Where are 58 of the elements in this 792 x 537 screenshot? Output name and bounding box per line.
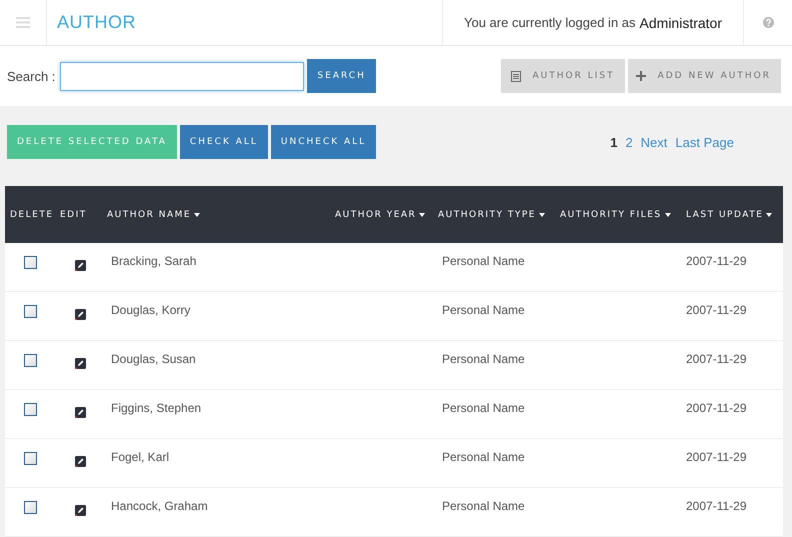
- last-update-cell-text: 2007-11-29: [685, 351, 748, 366]
- edit-icon[interactable]: [75, 505, 86, 516]
- sort-caret-icon: [419, 212, 426, 216]
- edit-icon[interactable]: [75, 309, 86, 320]
- authority-type-cell-text: Personal Name: [441, 498, 526, 513]
- row-checkbox[interactable]: [24, 354, 37, 367]
- author-name-cell-text: Douglas, Korry: [110, 302, 192, 317]
- row-checkbox[interactable]: [24, 256, 37, 269]
- author-name-cell-text: Fogel, Karl: [110, 449, 170, 464]
- login-text: You are currently logged in as: [464, 15, 636, 30]
- column-header: DELETE: [10, 210, 54, 220]
- authority-type-cell-text: Personal Name: [441, 253, 526, 268]
- last-update-cell-text: 2007-11-29: [685, 253, 748, 268]
- edit-icon[interactable]: [75, 456, 86, 467]
- column-header[interactable]: AUTHOR NAME: [107, 210, 200, 220]
- page-link[interactable]: Next: [640, 134, 668, 150]
- column-header[interactable]: AUTHORITY TYPE: [438, 210, 545, 220]
- row-checkbox[interactable]: [24, 403, 37, 416]
- row-checkbox[interactable]: [24, 501, 37, 514]
- authority-type-cell-text: Personal Name: [441, 400, 526, 415]
- column-header[interactable]: AUTHOR YEAR: [335, 210, 426, 220]
- author-name-cell-text: Douglas, Susan: [110, 351, 197, 366]
- column-header[interactable]: LAST UPDATE: [686, 210, 772, 220]
- list-icon: [510, 70, 520, 82]
- column-header: EDIT: [60, 210, 87, 220]
- last-update-cell-text: 2007-11-29: [685, 302, 748, 317]
- authority-type-cell-text: Personal Name: [441, 302, 526, 317]
- last-update-cell-text: 2007-11-29: [685, 400, 748, 415]
- page-link[interactable]: 2: [625, 134, 633, 150]
- author-name-cell-text: Hancock, Graham: [110, 498, 209, 513]
- page-title: AUTHOR: [56, 11, 137, 34]
- search-label: Search :: [7, 68, 56, 84]
- add-author-button[interactable]: ADD NEW AUTHOR: [628, 59, 781, 94]
- last-update-cell-text: 2007-11-29: [685, 498, 748, 513]
- row-checkbox[interactable]: [24, 305, 37, 318]
- column-header[interactable]: AUTHORITY FILES: [560, 210, 671, 220]
- search-field[interactable]: [60, 62, 304, 91]
- check-button[interactable]: CHECK ALL: [180, 125, 268, 159]
- user-name: Administrator: [640, 14, 722, 31]
- author-name-cell-text: Figgins, Stephen: [110, 400, 202, 415]
- author-name-cell-text: Bracking, Sarah: [110, 253, 198, 268]
- plus-icon: [636, 71, 646, 82]
- edit-icon[interactable]: [75, 358, 86, 369]
- row-checkbox[interactable]: [24, 452, 37, 465]
- author-list-button[interactable]: AUTHOR LIST: [500, 59, 625, 94]
- search-button[interactable]: SEARCH: [307, 59, 376, 94]
- last-update-cell-text: 2007-11-29: [685, 449, 748, 464]
- page-link[interactable]: 1: [610, 134, 618, 150]
- sort-caret-icon: [194, 212, 200, 216]
- sort-caret-icon: [664, 212, 671, 216]
- check-button[interactable]: UNCHECK ALL: [270, 125, 376, 159]
- edit-icon[interactable]: [75, 407, 86, 418]
- authority-type-cell-text: Personal Name: [441, 449, 526, 464]
- authority-type-cell-text: Personal Name: [441, 351, 526, 366]
- edit-icon[interactable]: [75, 260, 86, 271]
- page-link[interactable]: Last Page: [675, 134, 734, 150]
- sort-caret-icon: [538, 212, 545, 216]
- sort-caret-icon: [766, 212, 772, 216]
